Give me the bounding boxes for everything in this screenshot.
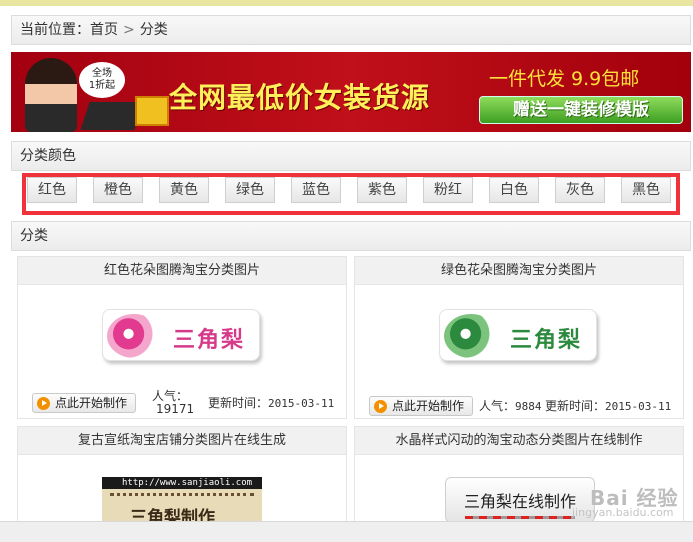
updated-info: 更新时间：2015-03-11 [208, 394, 334, 411]
play-arrow-icon [374, 400, 387, 413]
play-arrow-icon [37, 397, 50, 410]
card-preview-image[interactable]: http://www.sanjiaoli.com 三角梨制作 [102, 477, 262, 522]
category-section-title: 分类 [20, 228, 48, 244]
breadcrumb-current: 分类 [139, 22, 168, 38]
updated-date: 2015-03-11 [605, 400, 672, 413]
start-making-label: 点此开始制作 [55, 396, 128, 410]
popularity-info: 人气：9884 [479, 397, 542, 414]
banner-bubble-line1: 全场 [92, 68, 112, 79]
card-image-url: http://www.sanjiaoli.com [102, 477, 262, 489]
card-title[interactable]: 绿色花朵图腾淘宝分类图片 [355, 257, 683, 285]
banner-gift-icon [135, 96, 169, 126]
start-making-button[interactable]: 点此开始制作 [32, 393, 136, 413]
breadcrumb-label: 当前位置： [20, 22, 90, 38]
color-filter-red[interactable]: 红色 [27, 177, 77, 203]
card-preview-image[interactable]: 三角梨 [439, 309, 597, 361]
updated-label: 更新时间： [545, 399, 606, 413]
decorative-stripe [465, 516, 575, 519]
color-section-title: 分类颜色 [20, 148, 76, 164]
banner-subheadline: 一件代发 9.9包邮 [489, 68, 640, 90]
card-image-text: 三角梨 [173, 328, 246, 353]
start-making-button[interactable]: 点此开始制作 [369, 396, 473, 416]
popularity-count: 19171 [156, 402, 195, 416]
color-filter-orange[interactable]: 橙色 [93, 177, 143, 203]
card-preview-image[interactable]: 三角梨 [102, 309, 260, 361]
color-filter-pink[interactable]: 粉红 [423, 177, 473, 203]
decorative-dots [110, 493, 254, 499]
banner-headline: 全网最低价女装货源 [169, 81, 431, 114]
top-accent-bar [0, 0, 693, 6]
category-section-header: 分类 [11, 221, 691, 251]
promo-banner[interactable]: 全场 1折起 全网最低价女装货源 一件代发 9.9包邮 赠送一键装修模版 [11, 52, 691, 132]
watermark-url: jingyan.baidu.com [572, 506, 674, 519]
updated-label: 更新时间： [208, 396, 269, 410]
color-filter-gray[interactable]: 灰色 [555, 177, 605, 203]
breadcrumb-separator: > [123, 22, 135, 38]
flower-icon [107, 314, 161, 358]
template-card[interactable]: 绿色花朵图腾淘宝分类图片 三角梨 点此开始制作 人气：9884 更新时间：201… [354, 256, 684, 419]
color-filter-white[interactable]: 白色 [489, 177, 539, 203]
color-filter-green[interactable]: 绿色 [225, 177, 275, 203]
popularity-count: 9884 [515, 400, 542, 413]
popularity-label: 人气： [479, 399, 516, 413]
card-title[interactable]: 红色花朵图腾淘宝分类图片 [18, 257, 346, 285]
banner-speech-bubble: 全场 1折起 [79, 62, 125, 98]
card-title[interactable]: 复古宣纸淘宝店铺分类图片在线生成 [18, 427, 346, 455]
color-filter-blue[interactable]: 蓝色 [291, 177, 341, 203]
card-image-text: 三角梨 [510, 328, 583, 353]
banner-cta-button[interactable]: 赠送一键装修模版 [479, 96, 683, 124]
color-filter-black[interactable]: 黑色 [621, 177, 671, 203]
banner-model-image [25, 58, 77, 132]
template-card[interactable]: 复古宣纸淘宝店铺分类图片在线生成 http://www.sanjiaoli.co… [17, 426, 347, 522]
updated-info: 更新时间：2015-03-11 [545, 397, 671, 414]
color-filter-yellow[interactable]: 黄色 [159, 177, 209, 203]
flower-icon [444, 314, 498, 358]
color-section-header: 分类颜色 [11, 141, 691, 171]
card-image-text: 三角梨制作 [130, 508, 215, 522]
breadcrumb-home-link[interactable]: 首页 [90, 22, 118, 38]
updated-date: 2015-03-11 [268, 397, 335, 410]
bottom-bar [0, 521, 693, 542]
card-title[interactable]: 水晶样式闪动的淘宝动态分类图片在线制作 [355, 427, 683, 455]
breadcrumb: 当前位置：首页 > 分类 [11, 15, 691, 45]
banner-bubble-line2: 1折起 [88, 80, 116, 91]
start-making-label: 点此开始制作 [392, 399, 465, 413]
template-card[interactable]: 红色花朵图腾淘宝分类图片 三角梨 点此开始制作 人气： 19171 更新时间：2… [17, 256, 347, 419]
color-filter-purple[interactable]: 紫色 [357, 177, 407, 203]
